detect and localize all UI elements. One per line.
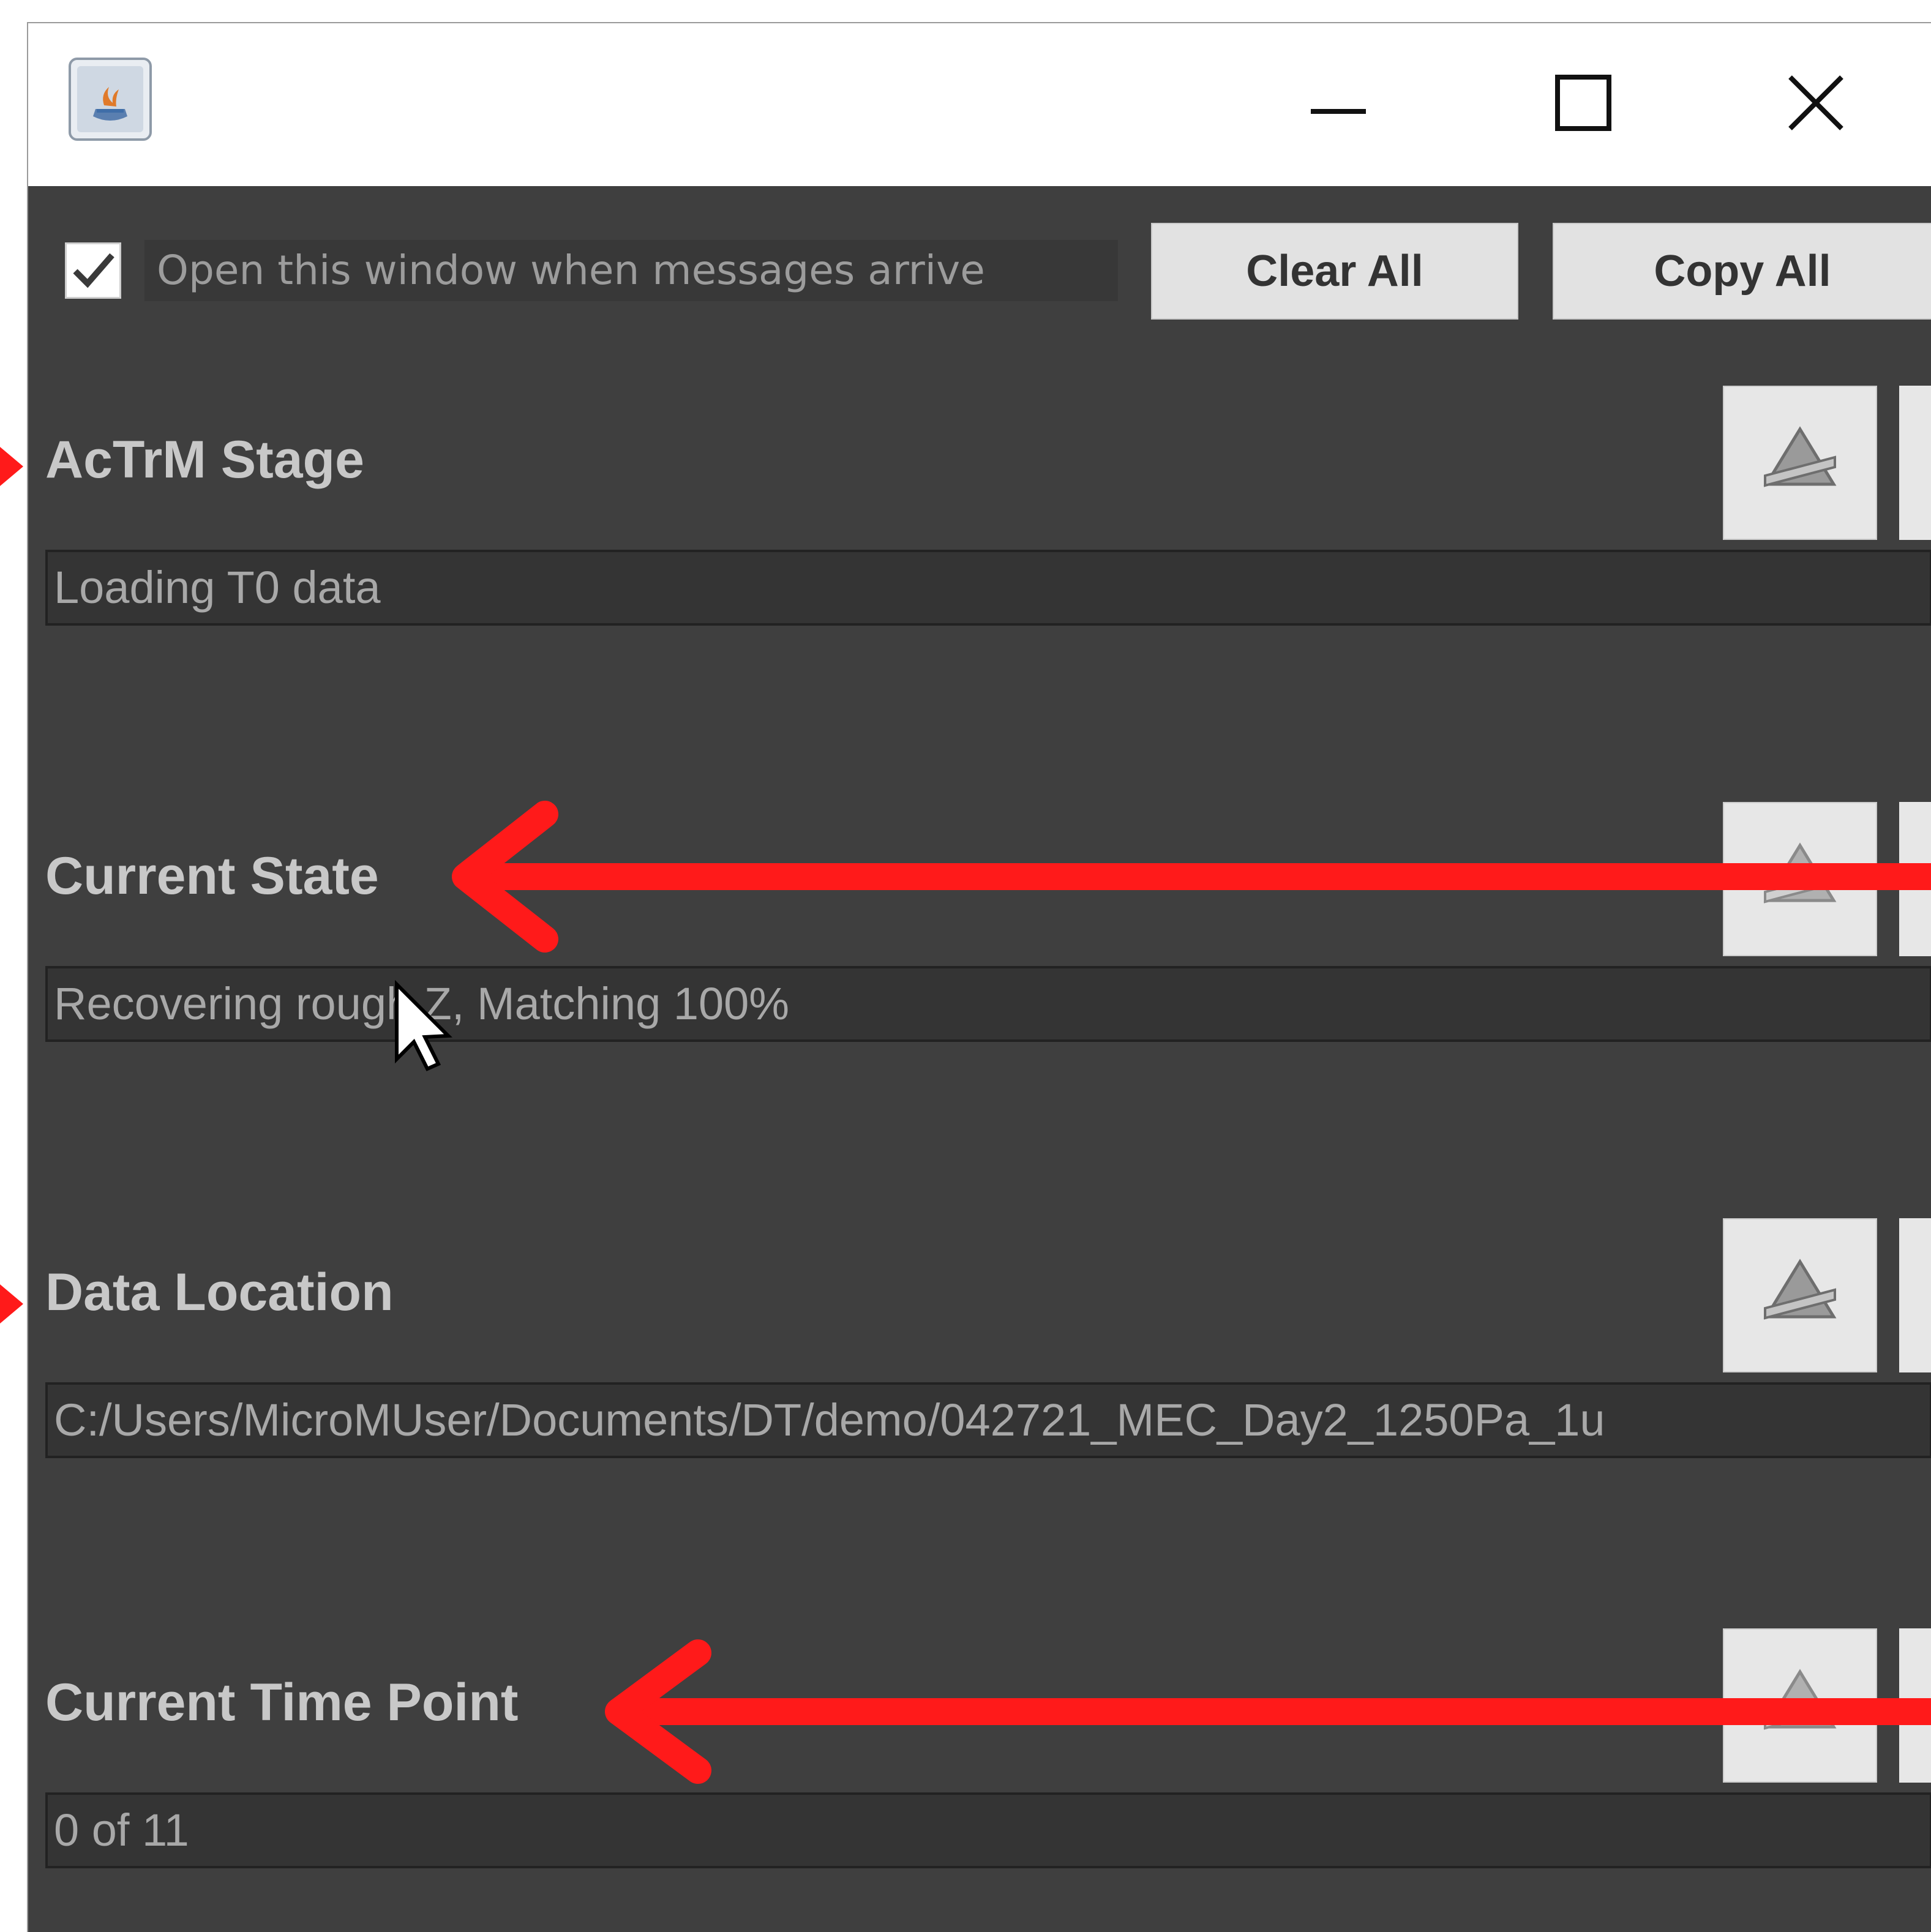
eraser-icon xyxy=(1763,426,1837,487)
toolbar: Open this window when messages arrive Cl… xyxy=(28,186,1931,345)
clear-location-button[interactable] xyxy=(1723,1218,1877,1372)
side-button-edge[interactable] xyxy=(1899,386,1931,540)
copy-all-button[interactable]: Copy All xyxy=(1553,223,1931,320)
section-label-stage: AcTrM Stage xyxy=(45,430,364,489)
clear-state-button[interactable] xyxy=(1723,802,1877,956)
red-arrow-left-edge-1 xyxy=(0,447,23,486)
location-value-field: C:/Users/MicroMUser/Documents/DT/demo/04… xyxy=(45,1382,1931,1458)
side-button-edge[interactable] xyxy=(1899,802,1931,956)
eraser-icon xyxy=(1763,1259,1837,1320)
close-button[interactable] xyxy=(1773,60,1859,146)
time-point-value-field: 0 of 11 xyxy=(45,1792,1931,1868)
open-window-checkbox[interactable] xyxy=(65,242,121,299)
message-window: Open this window when messages arrive Cl… xyxy=(27,22,1931,1932)
checkmark-icon xyxy=(73,253,114,288)
stage-value-field: Loading T0 data xyxy=(45,550,1931,626)
eraser-icon xyxy=(1763,842,1837,904)
java-app-icon xyxy=(69,58,152,141)
side-button-edge[interactable] xyxy=(1899,1218,1931,1372)
maximize-button[interactable] xyxy=(1540,60,1626,146)
clear-time-point-button[interactable] xyxy=(1723,1628,1877,1783)
minimize-button[interactable] xyxy=(1295,60,1381,146)
screenshot: Open this window when messages arrive Cl… xyxy=(0,0,1931,1932)
title-bar[interactable] xyxy=(28,23,1931,186)
side-button-edge[interactable] xyxy=(1899,1628,1931,1783)
clear-stage-button[interactable] xyxy=(1723,386,1877,540)
section-label-time-point: Current Time Point xyxy=(45,1673,519,1732)
checkbox-label: Open this window when messages arrive xyxy=(144,240,1118,301)
eraser-icon xyxy=(1763,1669,1837,1730)
clear-all-button[interactable]: Clear All xyxy=(1151,223,1518,320)
section-label-location: Data Location xyxy=(45,1263,394,1322)
close-icon xyxy=(1788,75,1843,130)
maximize-icon xyxy=(1555,75,1611,131)
state-value-field: Recovering rough Z, Matching 100% xyxy=(45,966,1931,1042)
red-arrow-left-edge-2 xyxy=(0,1284,23,1324)
section-label-state: Current State xyxy=(45,847,379,905)
minimize-icon xyxy=(1311,109,1366,114)
